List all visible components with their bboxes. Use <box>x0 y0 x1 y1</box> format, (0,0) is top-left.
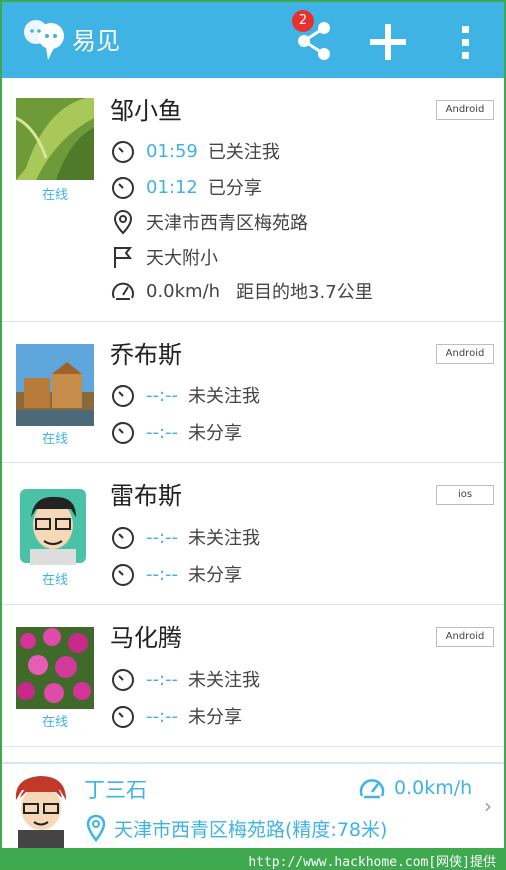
self-location: 天津市西青区梅苑路(精度:78米) <box>84 814 387 842</box>
share-time: 01:12 <box>146 176 198 198</box>
contact-avatar[interactable] <box>16 98 94 180</box>
share-time: --:-- <box>146 563 179 585</box>
follow-time: --:-- <box>146 384 179 406</box>
follow-time: 01:59 <box>146 140 198 162</box>
speedometer-icon <box>112 282 134 300</box>
online-status: 在线 <box>41 715 68 730</box>
timer-icon <box>112 564 134 586</box>
app-title: 易见 <box>72 27 120 55</box>
share-row: --:-- 未分享 <box>110 417 242 447</box>
follow-time: --:-- <box>146 526 179 548</box>
contact-avatar[interactable] <box>16 627 94 709</box>
share-row: --:-- 未分享 <box>110 701 242 731</box>
share-time: --:-- <box>146 421 179 443</box>
destination-row: 天大附小 <box>110 242 218 272</box>
follow-row: --:-- 未关注我 <box>110 522 260 552</box>
self-status-panel[interactable]: 丁三石 0.0km/h 天津市西青区梅苑路(精度:78米) › <box>2 762 504 850</box>
contact-name: 雷布斯 <box>110 482 182 510</box>
self-location-text: 天津市西青区梅苑路(精度:78米) <box>114 818 388 841</box>
self-speed: 0.0km/h <box>358 774 472 802</box>
self-avatar[interactable] <box>10 772 72 848</box>
location-pin-icon <box>113 209 133 235</box>
online-status: 在线 <box>41 573 68 588</box>
contact-card[interactable]: 在线 雷布斯 ios --:-- 未关注我 --:-- 未分享 <box>2 463 504 605</box>
contact-card[interactable]: 在线 马化腾 Android --:-- 未关注我 --:-- 未分享 <box>2 605 504 747</box>
share-status: 未分享 <box>188 565 243 586</box>
self-speed-value: 0.0km/h <box>394 777 473 799</box>
top-app-bar: 易见 2 <box>2 2 504 78</box>
location-row: 天津市西青区梅苑路 <box>110 207 308 237</box>
follow-row: --:-- 未关注我 <box>110 664 260 694</box>
follow-status: 未关注我 <box>188 386 261 407</box>
speed-text: 0.0km/h <box>146 280 221 302</box>
overflow-menu-icon[interactable] <box>452 20 480 64</box>
follow-status: 已关注我 <box>207 142 280 163</box>
follow-row: --:-- 未关注我 <box>110 380 260 410</box>
timer-icon <box>112 385 134 407</box>
timer-icon <box>112 141 134 163</box>
platform-badge: Android <box>436 100 494 120</box>
speed-row: 0.0km/h 距目的地3.7公里 <box>110 276 373 306</box>
follow-status: 未关注我 <box>188 670 261 691</box>
contact-card[interactable]: 在线 乔布斯 Android --:-- 未关注我 --:-- 未分享 <box>2 322 504 463</box>
follow-status: 未关注我 <box>188 528 261 549</box>
platform-badge: Android <box>436 627 494 647</box>
share-row: 01:12 已分享 <box>110 172 262 202</box>
app-logo-icon <box>24 20 64 60</box>
online-status: 在线 <box>41 432 68 447</box>
share-status: 未分享 <box>188 423 243 444</box>
flag-icon <box>114 247 133 268</box>
timer-icon <box>112 177 134 199</box>
contact-name: 乔布斯 <box>110 341 182 369</box>
chevron-right-icon[interactable]: › <box>484 794 492 818</box>
contact-avatar[interactable] <box>16 485 94 567</box>
location-pin-icon <box>86 814 106 842</box>
timer-icon <box>112 422 134 444</box>
app-frame: 易见 2 在线 邹小鱼 Android 01:59 已关注我 01:12 已分享… <box>0 0 506 870</box>
contact-name: 马化腾 <box>110 624 182 652</box>
share-time: --:-- <box>146 705 179 727</box>
contact-avatar[interactable] <box>16 344 94 426</box>
share-status: 已分享 <box>207 178 262 199</box>
watermark-bar: http://www.hackhome.com[网侠]提供 <box>0 848 506 870</box>
timer-icon <box>112 527 134 549</box>
notification-badge: 2 <box>292 10 314 32</box>
watermark-text: http://www.hackhome.com[网侠]提供 <box>248 855 496 870</box>
contact-card[interactable]: 在线 邹小鱼 Android 01:59 已关注我 01:12 已分享 天津市西… <box>2 78 504 322</box>
timer-icon <box>112 706 134 728</box>
follow-time: --:-- <box>146 668 179 690</box>
speedometer-icon <box>359 779 385 799</box>
contact-name: 邹小鱼 <box>110 97 182 125</box>
location-text: 天津市西青区梅苑路 <box>146 213 308 234</box>
distance-text: 距目的地3.7公里 <box>236 282 373 303</box>
destination-text: 天大附小 <box>146 248 218 269</box>
plus-icon[interactable] <box>366 20 410 64</box>
share-status: 未分享 <box>188 707 243 728</box>
follow-row: 01:59 已关注我 <box>110 136 280 166</box>
platform-badge: ios <box>436 485 494 505</box>
self-name: 丁三石 <box>84 778 147 802</box>
timer-icon <box>112 669 134 691</box>
platform-badge: Android <box>436 344 494 364</box>
online-status: 在线 <box>41 188 68 203</box>
share-row: --:-- 未分享 <box>110 559 242 589</box>
